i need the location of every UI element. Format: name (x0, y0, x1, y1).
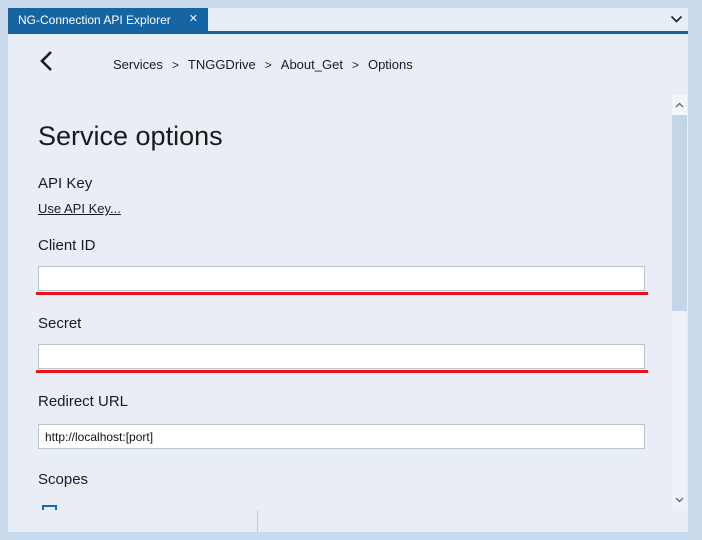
scrollbar-thumb[interactable] (672, 115, 687, 311)
scopes-label: Scopes (38, 471, 89, 488)
redirect-url-input[interactable] (38, 424, 645, 449)
api-key-label: API Key (38, 175, 93, 192)
tool-window: NG-Connection API Explorer ✕ Services > … (8, 8, 688, 532)
breadcrumb-item-services[interactable]: Services (113, 57, 163, 72)
breadcrumb: Services > TNGGDrive > About_Get > Optio… (113, 57, 413, 72)
secret-error-underline (36, 370, 648, 373)
scroll-down-button[interactable] (672, 490, 687, 510)
content-panel: Services > TNGGDrive > About_Get > Optio… (8, 34, 688, 532)
vertical-scrollbar[interactable] (672, 95, 687, 510)
use-api-key-link[interactable]: Use API Key... (38, 201, 121, 216)
bottom-pane-divider (257, 510, 258, 532)
tab-bar: NG-Connection API Explorer ✕ (8, 8, 688, 31)
breadcrumb-item-options[interactable]: Options (368, 57, 413, 72)
client-id-label: Client ID (38, 237, 96, 254)
secret-label: Secret (38, 315, 82, 332)
scope-checkbox[interactable] (42, 505, 57, 510)
chevron-up-icon (675, 102, 684, 108)
redirect-url-label: Redirect URL (38, 393, 129, 410)
client-id-error-underline (36, 292, 648, 295)
chevron-down-icon (675, 497, 684, 503)
tab-title: NG-Connection API Explorer (18, 12, 171, 27)
chevron-down-icon[interactable] (670, 15, 683, 24)
breadcrumb-item-tnggdrive[interactable]: TNGGDrive (188, 57, 256, 72)
scrollable-form-area: Service options API Key Use API Key... C… (8, 95, 688, 510)
client-id-input[interactable] (38, 266, 645, 291)
secret-input[interactable] (38, 344, 645, 369)
page-title: Service options (38, 121, 223, 151)
tab-ng-connection-api-explorer[interactable]: NG-Connection API Explorer ✕ (8, 8, 208, 31)
breadcrumb-separator: > (171, 57, 179, 72)
breadcrumb-separator: > (264, 57, 272, 72)
scroll-up-button[interactable] (672, 95, 687, 115)
close-icon[interactable]: ✕ (189, 14, 198, 25)
breadcrumb-item-about-get[interactable]: About_Get (281, 57, 343, 72)
back-button[interactable] (38, 49, 54, 73)
breadcrumb-separator: > (351, 57, 359, 72)
